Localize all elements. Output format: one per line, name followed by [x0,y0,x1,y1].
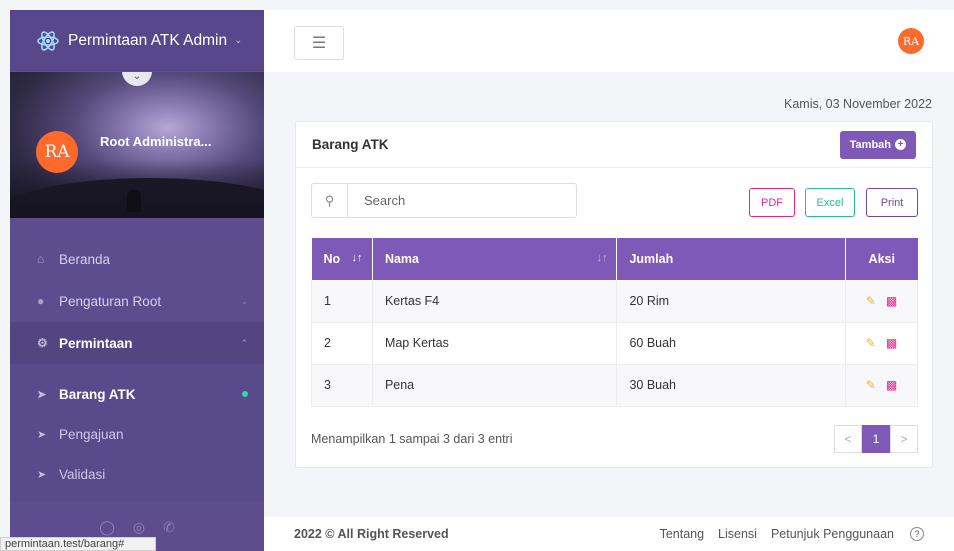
cell-nama: Pena [371,364,618,406]
table-row: 1 Kertas F4 20 Rim ✎ ▩ [311,280,918,322]
sort-icon: ↓↑ [596,252,608,264]
pagination-next[interactable]: > [890,425,918,453]
cell-no: 3 [311,364,373,406]
delete-trash-icon[interactable]: ▩ [886,294,897,308]
pagination-page-1[interactable]: 1 [862,425,890,453]
search-icon: ⚲ [312,184,348,217]
avatar[interactable]: RA [36,131,78,173]
cell-jumlah: 60 Buah [616,322,846,364]
cell-no: 1 [311,280,373,322]
pdf-button[interactable]: PDF [749,188,795,217]
sidebar-item-pengaturan-root[interactable]: ● Pengaturan Root ⌄ [10,280,264,322]
card-title: Barang ATK [312,137,389,152]
sidebar-item-label: Beranda [59,251,111,267]
user-name[interactable]: Root Administra... [100,134,211,149]
edit-pencil-icon[interactable]: ✎ [866,378,876,392]
cell-jumlah: 30 Buah [616,364,846,406]
footer-link-lisensi[interactable]: Lisensi [718,527,757,541]
footer-link-petunjuk[interactable]: Petunjuk Penggunaan [771,527,894,541]
barang-table: No ↓↑ Nama ↓↑ Jumlah Aksi 1 Kertas F4 20… [311,238,918,407]
current-date: Kamis, 03 November 2022 [784,97,932,111]
column-header-jumlah[interactable]: Jumlah [616,238,846,280]
pagination-prev[interactable]: < [834,425,862,453]
hamburger-icon: ☰ [311,35,327,52]
column-header-label: Nama [384,252,419,266]
brand-title: Permintaan ATK Admin [68,31,228,49]
column-header-label: Aksi [868,252,895,266]
topbar-avatar[interactable]: RA [898,28,924,54]
sidebar-item-label: Validasi [59,466,106,482]
search-input[interactable] [348,193,548,208]
chevron-up-icon: ⌃ [240,337,248,348]
tambah-button[interactable]: Tambah + [839,130,916,159]
sidebar-item-validasi[interactable]: ➤ Validasi [10,454,264,494]
footer-link-tentang[interactable]: Tentang [660,527,704,541]
copyright: 2022 © All Right Reserved [294,527,449,541]
cell-nama: Map Kertas [371,322,618,364]
sidebar-item-label: Permintaan [59,335,133,351]
footer-links: Tentang Lisensi Petunjuk Penggunaan ? [660,527,924,541]
cell-jumlah: 20 Rim [616,280,846,322]
sidebar-item-label: Barang ATK [59,386,136,402]
sort-icon: ↓↑ [351,252,363,264]
sidebar-item-pengajuan[interactable]: ➤ Pengajuan [10,414,264,454]
settings-icon: ● [37,294,45,308]
phone-icon[interactable]: ✆ [163,519,175,551]
cell-aksi: ✎ ▩ [845,364,918,406]
search-box: ⚲ [311,183,577,218]
collapse-chevron-icon[interactable]: ⌄ [122,72,152,86]
column-header-no[interactable]: No ↓↑ [311,238,373,280]
sidebar-nav: ⌂ Beranda ● Pengaturan Root ⌄ ⚙ Perminta… [10,218,264,502]
excel-button[interactable]: Excel [805,188,855,217]
table-header-row: No ↓↑ Nama ↓↑ Jumlah Aksi [311,238,918,280]
edit-pencil-icon[interactable]: ✎ [866,294,876,308]
tambah-label: Tambah [849,138,891,151]
circle-arrow-icon: ➤ [37,388,47,401]
sidebar-item-label: Pengajuan [59,426,124,442]
sidebar-item-permintaan[interactable]: ⚙ Permintaan ⌃ [10,322,264,364]
chevron-down-icon: ⌄ [234,35,243,46]
circle-arrow-icon: ➤ [37,468,47,481]
column-header-label: No [323,252,341,266]
help-icon[interactable]: ? [910,527,924,541]
cell-aksi: ✎ ▩ [845,280,918,322]
home-icon: ⌂ [37,252,45,266]
active-dot [242,391,248,397]
delete-trash-icon[interactable]: ▩ [886,336,897,350]
circle-arrow-icon: ➤ [37,428,47,441]
table-footer: Menampilkan 1 sampai 3 dari 3 entri < 1 … [311,424,918,454]
cell-no: 2 [311,322,373,364]
atom-logo-icon [37,30,59,51]
column-header-aksi: Aksi [846,238,918,280]
page-footer: 2022 © All Right Reserved Tentang Lisens… [264,517,954,551]
brand[interactable]: Permintaan ATK Admin ⌄ [10,10,264,72]
sidebar: Permintaan ATK Admin ⌄ ⌄ RA Root Adminis… [10,10,264,551]
cell-aksi: ✎ ▩ [845,322,918,364]
submenu-permintaan: ➤ Barang ATK ➤ Pengajuan ➤ Validasi [10,364,264,502]
cell-nama: Kertas F4 [371,280,618,322]
sidebar-item-label: Pengaturan Root [59,293,162,309]
barang-atk-card: Barang ATK Tambah + ⚲ PDF Excel Print No… [295,121,933,468]
column-header-label: Jumlah [629,252,674,266]
table-row: 2 Map Kertas 60 Buah ✎ ▩ [311,322,918,364]
chevron-down-icon: ⌄ [240,295,248,306]
topbar: ☰ RA [264,10,954,72]
user-profile-panel: ⌄ RA Root Administra... [10,72,264,218]
gears-icon: ⚙ [37,336,48,350]
sidebar-item-barang-atk[interactable]: ➤ Barang ATK [10,374,264,414]
card-header: Barang ATK Tambah + [296,122,932,168]
plus-circle-icon: + [895,139,906,150]
edit-pencil-icon[interactable]: ✎ [866,336,876,350]
table-row: 3 Pena 30 Buah ✎ ▩ [311,364,918,406]
delete-trash-icon[interactable]: ▩ [886,378,897,392]
hamburger-menu-button[interactable]: ☰ [294,26,344,60]
background-person [127,190,141,212]
table-toolbar: ⚲ PDF Excel Print [311,183,918,219]
column-header-nama[interactable]: Nama ↓↑ [372,238,618,280]
sidebar-item-beranda[interactable]: ⌂ Beranda [10,238,264,280]
entries-info: Menampilkan 1 sampai 3 dari 3 entri [311,432,513,446]
print-button[interactable]: Print [866,188,918,217]
status-bar-url: permintaan.test/barang# [0,537,156,551]
